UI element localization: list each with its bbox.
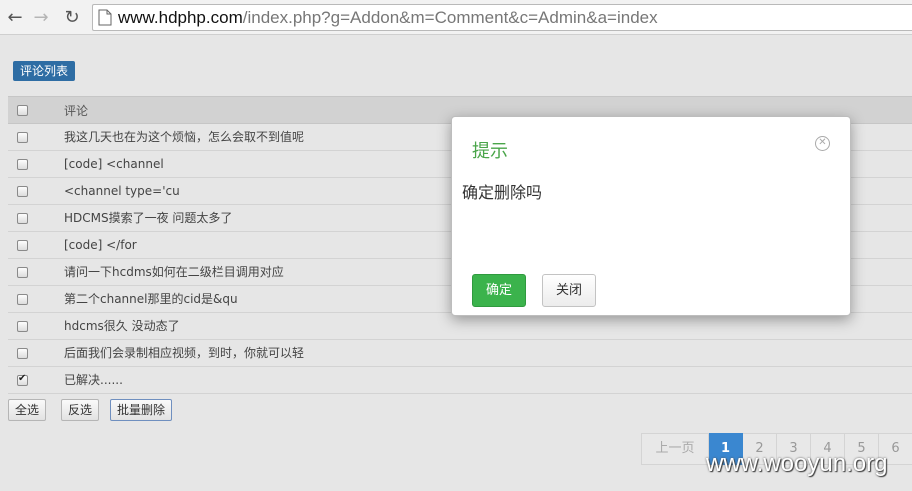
row-checkbox[interactable] [17,348,28,359]
row-checkbox[interactable] [17,267,28,278]
row-checkbox[interactable] [17,213,28,224]
confirm-button[interactable]: 确定 [472,274,526,307]
tab-comment-list[interactable]: 评论列表 [13,61,76,81]
close-button[interactable]: 关闭 [542,274,596,307]
row-checkbox[interactable] [17,159,28,170]
row-checkbox[interactable] [17,132,28,143]
select-all-button[interactable]: 全选 [8,399,47,421]
url-text: www.hdphp.com/index.php?g=Addon&m=Commen… [118,8,658,28]
table-row: 已解决...... [8,367,912,394]
select-all-checkbox[interactable] [17,105,28,116]
comment-text[interactable]: [code] <channel [64,151,164,178]
comment-text[interactable]: 我这几天也在为这个烦恼，怎么会取不到值呢 [64,124,304,151]
row-checkbox[interactable] [17,186,28,197]
comment-text[interactable]: 已解决...... [64,367,123,394]
url-host: www.hdphp.com [118,7,243,27]
table-row: hdcms很久 没动态了 [8,313,912,340]
url-path: /index.php?g=Addon&m=Comment&c=Admin&a=i… [242,7,658,27]
table-row: 后面我们会录制相应视频，到时，你就可以轻 [8,340,912,367]
row-checkbox[interactable] [17,294,28,305]
comment-text[interactable]: HDCMS摸索了一夜 问题太多了 [64,205,232,232]
page-icon [98,9,112,26]
comment-text[interactable]: [code] </for [64,232,137,259]
comment-text[interactable]: <channel type='cu [64,178,180,205]
row-checkbox[interactable] [17,240,28,251]
dialog-message: 确定删除吗 [462,183,543,202]
dialog-title: 提示 [472,141,508,162]
browser-toolbar: ← → ↻ www.hdphp.com/index.php?g=Addon&m=… [0,0,912,35]
forward-arrow-icon[interactable]: → [30,6,52,28]
row-checkbox[interactable] [17,321,28,332]
comment-text[interactable]: 请问一下hcdms如何在二级栏目调用对应 [64,259,284,286]
prev-page-button[interactable]: 上一页 [641,433,709,465]
comment-text[interactable]: hdcms很久 没动态了 [64,313,180,340]
comment-text[interactable]: 后面我们会录制相应视频，到时，你就可以轻 [64,340,304,367]
close-icon[interactable]: ✕ [815,136,830,151]
comment-text[interactable]: 第二个channel那里的cid是&qu [64,286,238,313]
address-bar[interactable]: www.hdphp.com/index.php?g=Addon&m=Commen… [92,4,912,31]
watermark: www.wooyun.org [706,450,888,477]
confirm-dialog: 提示 ✕ 确定删除吗 确定 关闭 [451,116,851,316]
reload-icon[interactable]: ↻ [61,6,83,28]
row-checkbox[interactable] [17,373,28,386]
batch-delete-button[interactable]: 批量删除 [110,399,173,421]
back-arrow-icon[interactable]: ← [4,6,26,28]
column-header-comment: 评论 [64,104,89,118]
invert-selection-button[interactable]: 反选 [61,399,100,421]
